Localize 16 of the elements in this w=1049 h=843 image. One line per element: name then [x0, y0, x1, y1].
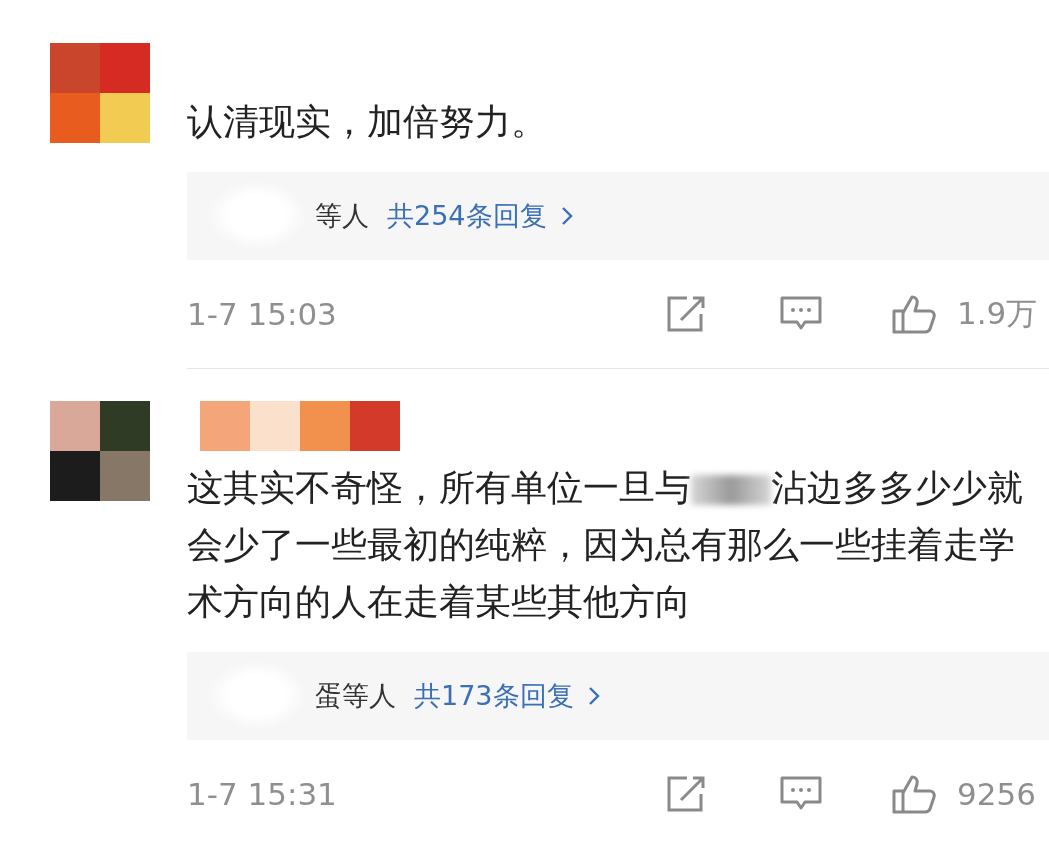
like-count: 1.9万	[957, 294, 1038, 333]
reply-count-link[interactable]: 共254条回复	[387, 198, 573, 234]
reply-count-link[interactable]: 共173条回复	[414, 678, 600, 714]
chevron-icon	[560, 206, 573, 226]
like-icon[interactable]	[891, 293, 939, 335]
like-count: 9256	[957, 776, 1036, 812]
reply-names: 蛋等人	[315, 679, 396, 713]
reply-names: 等人	[315, 199, 369, 233]
like-icon[interactable]	[891, 773, 939, 815]
timestamp: 1-7 15:31	[187, 776, 338, 812]
replies-panel[interactable]: 等人 共254条回复	[187, 172, 1049, 260]
comment-text: 认清现实，加倍努力。	[187, 100, 548, 144]
chevron-icon	[587, 686, 600, 706]
comment-text: 这其实不奇怪，所有单位一旦与 沾边多多少少就会少了一些最初的纯粹，因为总有那么一些挂着走学术方向的人在走着某些其他方向	[187, 466, 1024, 624]
timestamp: 1-7 15:03	[187, 296, 338, 332]
replies-panel[interactable]: 蛋等人 共173条回复	[187, 652, 1049, 740]
